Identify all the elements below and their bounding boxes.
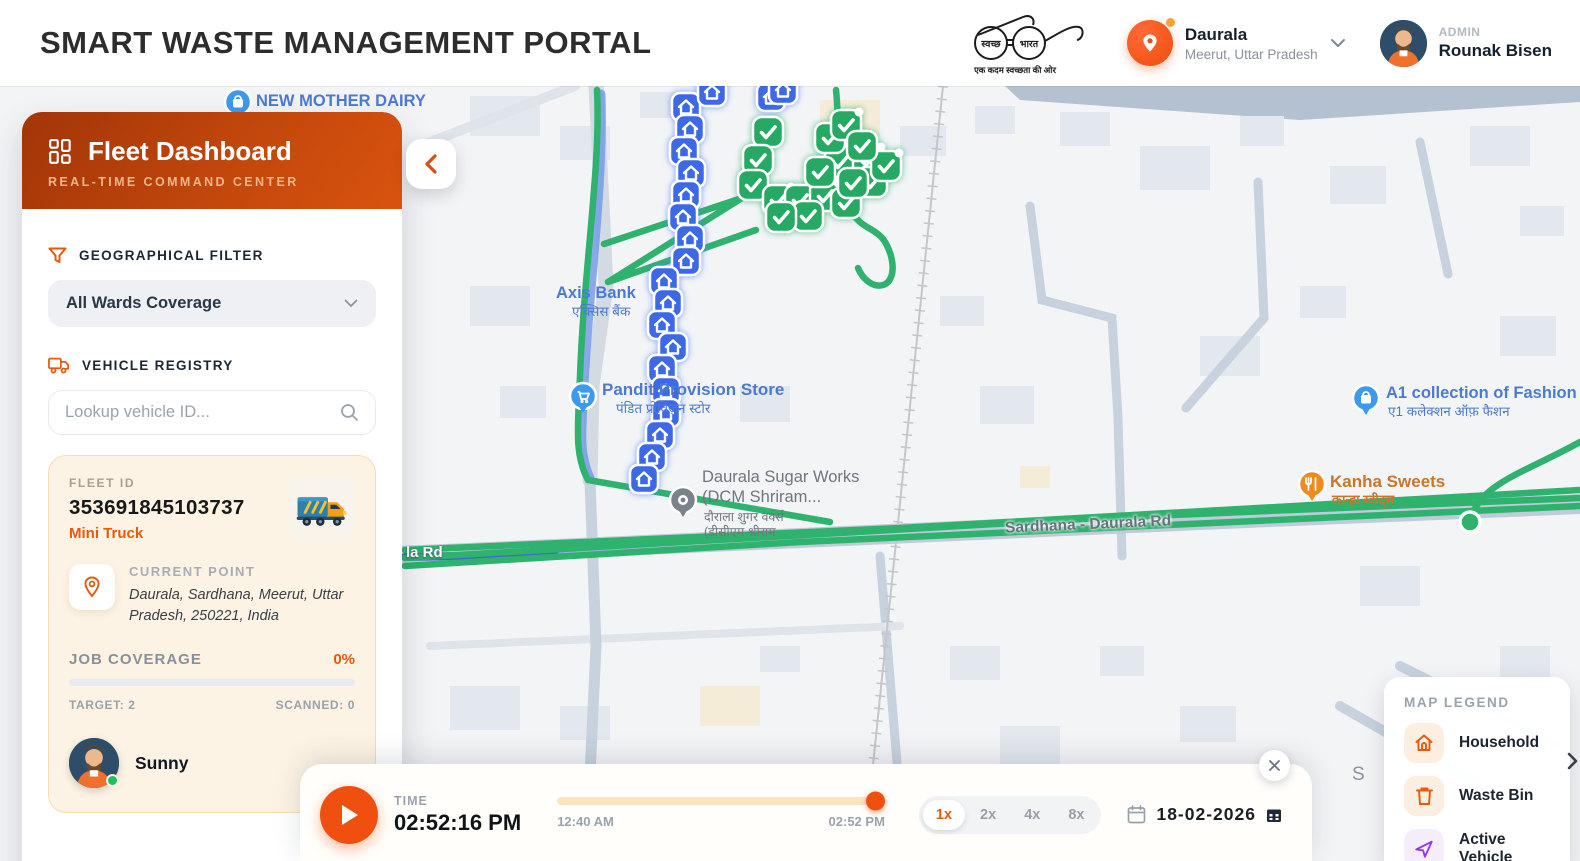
play-icon — [342, 804, 358, 825]
fleet-vehicle-card[interactable]: FLEET ID 353691845103737 Mini Truck CURR… — [48, 455, 376, 814]
navigation-arrow-icon — [1404, 829, 1444, 861]
date-value: 18-02-2026 — [1156, 804, 1256, 824]
search-icon — [341, 404, 358, 421]
target-count: TARGET: 2 — [69, 698, 136, 713]
scanned-count: SCANNED: 0 — [275, 698, 355, 713]
location-region: Meerut, Uttar Pradesh — [1184, 46, 1318, 62]
play-button[interactable] — [320, 785, 378, 844]
user-role: ADMIN — [1438, 25, 1481, 39]
legend-label-active-vehicle: Active Vehicle — [1459, 831, 1513, 861]
location-city: Daurala — [1184, 24, 1248, 44]
logo-tagline: एक कदम स्वच्छता की ओर — [973, 65, 1056, 75]
legend-title: MAP LEGEND — [1404, 695, 1510, 710]
household-icon — [1404, 723, 1444, 763]
playback-close-button[interactable] — [1259, 750, 1290, 781]
speed-button-1x[interactable]: 1x — [922, 799, 966, 830]
fleet-id-label: FLEET ID — [69, 476, 136, 490]
current-point-label: CURRENT POINT — [129, 564, 256, 579]
notification-dot — [1165, 18, 1175, 27]
filter-funnel-icon — [48, 247, 67, 263]
job-coverage-bar — [69, 679, 355, 687]
map-more-chevron-icon[interactable] — [1566, 752, 1578, 775]
close-icon — [1269, 760, 1280, 771]
vehicle-search-box — [48, 390, 376, 435]
slider-range-end: 02:52 PM — [828, 813, 885, 829]
speed-button-4x[interactable]: 4x — [1011, 800, 1053, 830]
logo-lens-right-text: भारत — [1020, 39, 1039, 50]
current-point-pin-icon — [69, 564, 115, 610]
legend-label-waste-bin: Waste Bin — [1459, 787, 1534, 804]
map-buildings — [450, 86, 1580, 766]
sidebar-header: Fleet Dashboard REAL-TIME COMMAND CENTER — [22, 112, 402, 209]
legend-label-household: Household — [1459, 734, 1540, 751]
location-selector[interactable]: Daurala Meerut, Uttar Pradesh — [1126, 18, 1346, 66]
user-name: Rounak Bisen — [1438, 41, 1552, 60]
legend-item-household: Household — [1404, 723, 1550, 763]
time-slider-thumb[interactable] — [866, 791, 886, 810]
time-label: TIME — [394, 793, 428, 808]
route-endpoint-marker — [1458, 510, 1482, 534]
vehicle-search-input[interactable] — [65, 403, 340, 422]
current-point-address: Daurala, Sardhana, Meerut, Uttar Pradesh… — [129, 587, 344, 625]
vehicle-registry-label: VEHICLE REGISTRY — [82, 358, 234, 373]
fleet-id-value: 353691845103737 — [69, 496, 245, 519]
time-slider-track[interactable] — [557, 791, 886, 810]
truck-icon — [48, 357, 70, 374]
driver-name: Sunny — [135, 752, 189, 773]
logo-lens-left-text: स्वच्छ — [980, 39, 1001, 50]
ward-filter-select[interactable]: All Wards Coverage — [48, 280, 376, 327]
job-coverage-value: 0% — [333, 651, 355, 669]
restaurant-pin-icon — [1297, 469, 1327, 501]
playback-bar: TIME 02:52:16 PM 12:40 AM 02:52 PM 1x 2x… — [300, 750, 1312, 861]
chevron-down-icon — [1330, 39, 1345, 47]
swachh-bharat-logo: स्वच्छ भारत एक कदम स्वच्छता की ओर — [973, 15, 1084, 75]
ward-filter-value: All Wards Coverage — [66, 294, 222, 312]
sidebar-collapse-button[interactable] — [406, 139, 456, 189]
speed-button-8x[interactable]: 8x — [1055, 800, 1097, 830]
fleet-dashboard-panel: Fleet Dashboard REAL-TIME COMMAND CENTER… — [22, 112, 402, 861]
time-slider: 12:40 AM 02:52 PM — [557, 791, 886, 829]
chevron-left-icon — [425, 154, 437, 174]
job-coverage-label: JOB COVERAGE — [69, 651, 202, 669]
dashboard-grid-icon — [49, 138, 71, 164]
location-pin-button[interactable] — [1126, 18, 1175, 66]
sidebar-title: Fleet Dashboard — [88, 136, 292, 166]
user-menu[interactable]: ADMIN Rounak Bisen — [1379, 19, 1552, 67]
truck-illustration — [289, 476, 355, 542]
calendar-picker-icon[interactable] — [1266, 807, 1282, 823]
geo-filter-label: GEOGRAPHICAL FILTER — [79, 248, 264, 263]
chevron-down-icon — [344, 299, 358, 307]
map-markers-layer[interactable] — [628, 86, 904, 495]
vehicle-type: Mini Truck — [69, 525, 144, 542]
date-picker[interactable]: 18-02-2026 — [1127, 804, 1282, 825]
speed-button-2x[interactable]: 2x — [967, 800, 1009, 830]
location-pin-icon — [1143, 34, 1157, 52]
sidebar-subtitle: REAL-TIME COMMAND CENTER — [48, 175, 299, 189]
vehicle-route-green — [401, 86, 1580, 570]
map-legend: MAP LEGEND Household Waste Bin Active Ve… — [1384, 677, 1570, 861]
legend-item-waste-bin: Waste Bin — [1404, 776, 1550, 816]
app-header: SMART WASTE MANAGEMENT PORTAL स्वच्छ भार… — [0, 0, 1580, 86]
online-status-dot — [106, 774, 119, 788]
factory-pin-icon — [668, 485, 698, 517]
page-title: SMART WASTE MANAGEMENT PORTAL — [40, 25, 652, 60]
slider-range-start: 12:40 AM — [557, 813, 614, 829]
current-time: 02:52:16 PM — [394, 809, 522, 835]
calendar-icon — [1128, 805, 1146, 824]
playback-speed-group: 1x 2x 4x 8x — [918, 795, 1102, 834]
trash-icon — [1404, 776, 1444, 816]
legend-item-active-vehicle: Active Vehicle — [1404, 829, 1550, 861]
user-avatar — [1379, 19, 1427, 67]
bag-pin-icon — [1351, 383, 1381, 415]
